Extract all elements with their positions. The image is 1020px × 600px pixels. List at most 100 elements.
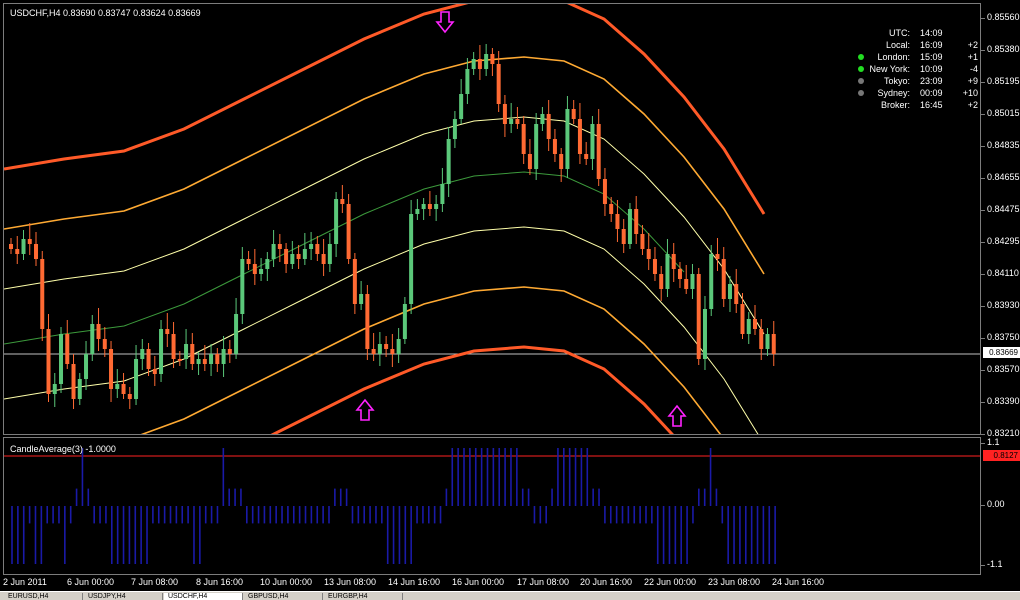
time-tick-label: 13 Jun 08:00 bbox=[324, 577, 377, 587]
price-tick-label: 0.84835 bbox=[987, 140, 1020, 150]
candle-body bbox=[340, 199, 345, 204]
candle-body bbox=[734, 284, 739, 304]
candle-body bbox=[302, 249, 307, 259]
session-status-icon bbox=[858, 54, 864, 60]
indicator-axis: 1.1 0.00 -1.1 0.8127 bbox=[981, 437, 1020, 575]
clock-offset: +1 bbox=[967, 52, 978, 62]
price-tick-mark bbox=[981, 146, 985, 147]
price-tick-label: 0.83930 bbox=[987, 300, 1020, 310]
time-tick-label: 24 Jun 16:00 bbox=[772, 577, 825, 587]
candle-body bbox=[565, 109, 570, 169]
clock-city-label: Broker: bbox=[880, 100, 910, 110]
time-tick-label: 10 Jun 00:00 bbox=[260, 577, 313, 587]
candle-body bbox=[84, 354, 89, 379]
price-tick-label: 0.84475 bbox=[987, 204, 1020, 214]
candle-body bbox=[65, 334, 70, 364]
indicator-tick-mark bbox=[981, 443, 985, 444]
candle-body bbox=[46, 329, 51, 394]
candle-body bbox=[365, 294, 370, 349]
price-tick-mark bbox=[981, 242, 985, 243]
indicator-canvas[interactable] bbox=[4, 438, 981, 575]
upper-inner-band bbox=[4, 116, 765, 335]
candle-body bbox=[121, 384, 126, 394]
price-tick-mark bbox=[981, 178, 985, 179]
candle-body bbox=[615, 214, 620, 229]
candle-body bbox=[665, 254, 670, 289]
clock-row: Tokyo: 23:09 +9 bbox=[846, 75, 978, 87]
candle-body bbox=[34, 244, 39, 259]
price-tick-label: 0.83750 bbox=[987, 332, 1020, 342]
candle-body bbox=[484, 54, 489, 69]
candle-body bbox=[165, 329, 170, 334]
candle-body bbox=[546, 114, 551, 139]
candle-body bbox=[171, 334, 176, 359]
candle-body bbox=[752, 319, 757, 329]
candle-body bbox=[652, 259, 657, 274]
price-chart-canvas[interactable] bbox=[4, 4, 981, 435]
clock-row: UTC: 14:09 bbox=[846, 27, 978, 39]
price-tick-label: 0.84295 bbox=[987, 236, 1020, 246]
indicator-tick-mark bbox=[981, 505, 985, 506]
clock-city-label: New York: bbox=[869, 64, 910, 74]
price-chart-pane[interactable]: USDCHF,H4 0.83690 0.83747 0.83624 0.8366… bbox=[3, 3, 981, 435]
candle-body bbox=[27, 239, 32, 244]
candle-body bbox=[609, 204, 614, 214]
candle-body bbox=[702, 309, 707, 359]
indicator-pane[interactable]: CandleAverage(3) -1.0000 bbox=[3, 437, 981, 575]
candle-body bbox=[15, 249, 20, 254]
session-status-icon bbox=[858, 90, 864, 96]
price-tick-mark bbox=[981, 370, 985, 371]
clock-city-label: London: bbox=[877, 52, 910, 62]
price-tick-label: 0.84110 bbox=[987, 268, 1019, 278]
clock-offset: -4 bbox=[969, 64, 978, 74]
clock-city-label: Tokyo: bbox=[883, 76, 910, 86]
candle-body bbox=[184, 344, 189, 359]
candle-body bbox=[465, 69, 470, 94]
price-tick-mark bbox=[981, 18, 985, 19]
time-axis: 2 Jun 2011 6 Jun 00:00 7 Jun 08:00 8 Jun 16… bbox=[0, 575, 1020, 591]
candle-body bbox=[259, 269, 264, 274]
candle-body bbox=[371, 349, 376, 354]
time-tick-label: 23 Jun 08:00 bbox=[708, 577, 761, 587]
candle-body bbox=[71, 364, 76, 399]
clock-time: 00:09 bbox=[920, 88, 943, 98]
candle-body bbox=[134, 359, 139, 399]
clock-time: 15:09 bbox=[920, 52, 943, 62]
candle-body bbox=[746, 319, 751, 334]
clock-row: Local: 16:09 +2 bbox=[846, 39, 978, 51]
candle-body bbox=[521, 124, 526, 154]
candle-body bbox=[552, 139, 557, 154]
buy-arrow bbox=[667, 404, 687, 427]
candle-body bbox=[677, 269, 682, 279]
chart-title: USDCHF,H4 0.83690 0.83747 0.83624 0.8366… bbox=[10, 8, 201, 18]
clock-city-label: UTC: bbox=[889, 28, 910, 38]
price-tick-mark bbox=[981, 338, 985, 339]
clock-city-label: Local: bbox=[885, 40, 910, 50]
candle-body bbox=[190, 344, 195, 364]
candle-body bbox=[352, 259, 357, 304]
time-tick-label: 2 Jun 2011 bbox=[3, 577, 47, 587]
candle-body bbox=[252, 264, 257, 274]
candle-body bbox=[684, 279, 689, 289]
candle-body bbox=[759, 329, 764, 349]
candle-body bbox=[234, 314, 239, 354]
candle-body bbox=[621, 229, 626, 244]
candle-body bbox=[296, 254, 301, 259]
candle-body bbox=[584, 154, 589, 159]
candle-body bbox=[721, 259, 726, 299]
candle-body bbox=[646, 249, 651, 259]
time-tick-label: 16 Jun 00:00 bbox=[452, 577, 505, 587]
candle-body bbox=[571, 109, 576, 119]
candle-body bbox=[284, 249, 289, 264]
indicator-tick-label: 0.00 bbox=[987, 499, 1005, 509]
candle-body bbox=[346, 204, 351, 259]
candle-body bbox=[452, 119, 457, 139]
candle-body bbox=[309, 244, 314, 249]
candle-body bbox=[409, 214, 414, 304]
candle-body bbox=[765, 334, 770, 349]
upper-extreme-band bbox=[4, 4, 766, 215]
candle-body bbox=[221, 349, 226, 364]
price-tick-label: 0.85195 bbox=[987, 76, 1020, 86]
candle-body bbox=[415, 209, 420, 214]
price-tick-label: 0.84655 bbox=[987, 172, 1020, 182]
